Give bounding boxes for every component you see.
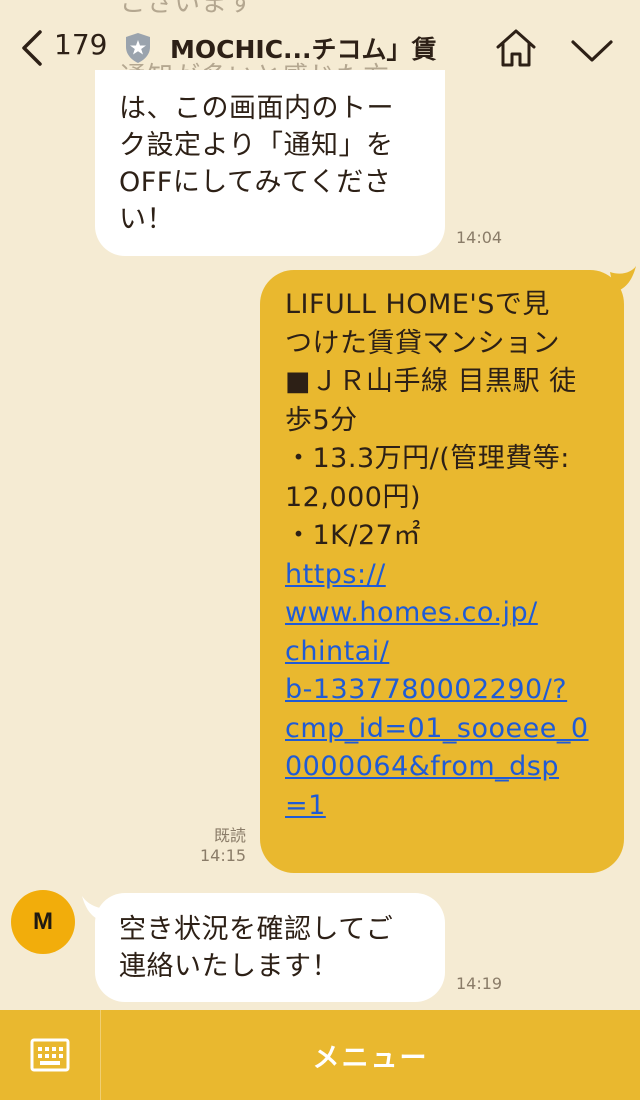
message-text: い！ <box>119 204 174 235</box>
outgoing-message-bubble: LIFULL HOME'Sで見 つけた賃貸マンション ■ＪＲ山手線 目黒駅 徒 … <box>260 270 624 873</box>
message-text: 連絡いたします！ <box>119 951 339 982</box>
property-link[interactable]: www.homes.co.jp/ <box>285 594 589 633</box>
property-link[interactable]: cmp_id=01_sooeee_0 <box>285 710 589 749</box>
message-text: 歩5分 <box>285 404 358 436</box>
incoming-message-bubble: 空き状況を確認してご 連絡いたします！ <box>95 893 445 1002</box>
message-timestamp: 14:19 <box>456 974 503 993</box>
message-text: LIFULL HOME'Sで見 <box>285 289 550 320</box>
chevron-down-icon[interactable] <box>570 38 614 64</box>
message-text: ■ＪＲ山手線 目黒駅 徒 <box>285 366 577 397</box>
read-receipt: 既読 <box>214 826 247 845</box>
home-icon[interactable] <box>494 26 538 70</box>
message-text: OFFにしてみてくださ <box>119 167 392 198</box>
message-text: ・1K/27㎡ <box>285 520 421 551</box>
menu-button[interactable]: メニュー <box>101 1010 640 1100</box>
message-timestamp: 14:04 <box>456 228 503 247</box>
sender-avatar[interactable]: M <box>11 890 75 954</box>
keyboard-toggle-button[interactable] <box>0 1010 101 1100</box>
property-link[interactable]: https:// <box>285 556 589 595</box>
back-chevron-icon[interactable] <box>18 28 46 68</box>
message-timestamp: 14:15 <box>200 846 247 865</box>
property-link[interactable]: =1 <box>285 787 589 826</box>
property-link[interactable]: 0000064&from_dsp <box>285 748 589 787</box>
message-text: 空き状況を確認してご <box>119 914 394 945</box>
keyboard-icon <box>30 1038 70 1072</box>
message-text: つけた賃貸マンション <box>285 327 560 359</box>
message-text: ・13.3万円/(管理費等: <box>285 443 570 474</box>
incoming-message-bubble: は、この画面内のトー ク設定より「通知」を OFFにしてみてくださ い！ <box>95 70 445 256</box>
bottom-menu-bar: メニュー <box>0 1010 640 1100</box>
property-link[interactable]: chintai/ <box>285 633 589 672</box>
scrolled-message-text: ございます <box>120 0 256 18</box>
message-text: ク設定より「通知」を <box>119 130 394 161</box>
message-text: 12,000円) <box>285 481 422 513</box>
property-link[interactable]: b-1337780002290/? <box>285 671 589 710</box>
message-text: は、この画面内のトー <box>119 93 394 124</box>
